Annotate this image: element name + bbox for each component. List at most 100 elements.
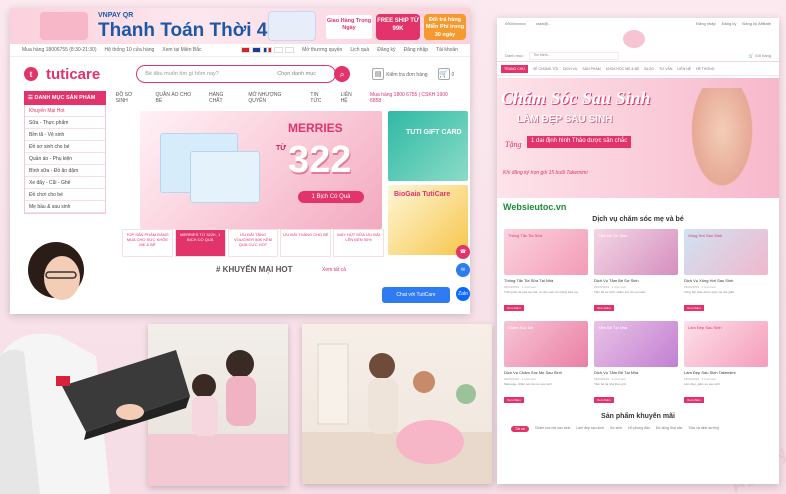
read-more-button[interactable]: Xem thêm — [684, 397, 704, 403]
top-bar: 0904xxxxxx cskh@... Đăng nhập Đăng ký Đă… — [497, 18, 779, 28]
service-card[interactable]: Thông Tắc Tia Sữa Thông Tắc Tia Sữa Tại … — [504, 229, 588, 315]
account-link[interactable]: Tài khoản — [436, 47, 458, 53]
logo-bar — [497, 28, 779, 50]
read-more-button[interactable]: Xem thêm — [504, 305, 524, 311]
messenger-icon[interactable]: ✉ — [456, 263, 470, 277]
chat-button[interactable]: Chat với TutiCare — [382, 287, 450, 303]
card-title[interactable]: Thông Tắc Tia Sữa Tại Nhà — [504, 278, 588, 283]
nav-item[interactable]: BLOG — [644, 67, 654, 71]
login-link[interactable]: Đăng nhập — [696, 21, 716, 26]
flag-fr-icon[interactable] — [263, 47, 273, 53]
flag-jp-icon[interactable] — [274, 47, 284, 53]
zalo-button[interactable]: Zalo — [456, 287, 470, 301]
promo-tab[interactable]: Hỗ phòng đầu — [628, 426, 650, 432]
flag-uk-icon[interactable] — [252, 47, 262, 53]
nav-item[interactable]: TƯ VẤN — [659, 67, 672, 71]
promo-tab[interactable]: ƯU ĐÃI TẶNG VOUCHER 50K KÈM QUÀ CỰC HOT — [227, 229, 279, 257]
promo-tab[interactable]: Chăm sóc mẹ sau sinh — [535, 426, 571, 432]
sidebar-item[interactable]: Khuyến Mại Hot — [25, 105, 105, 117]
card-title[interactable]: Làm Đẹp Sau Sinh Takemimi — [684, 370, 768, 375]
sidebar-item[interactable]: Quần áo - Phụ kiện — [25, 153, 105, 165]
category-menu-button[interactable]: ☰ DANH MỤC SẢN PHẨM — [24, 91, 106, 105]
section-title: Dịch vụ chăm sóc mẹ và bé — [592, 216, 684, 223]
nav-item[interactable]: DỊCH VỤ — [563, 67, 577, 71]
nav-item[interactable]: HÀNG CHẤT — [209, 92, 238, 104]
nav-item[interactable]: LIÊN HỆ — [341, 92, 360, 104]
nav-item[interactable]: QUẦN ÁO CHO BÉ — [155, 92, 198, 104]
nav-item[interactable]: LIÊN HỆ — [677, 67, 691, 71]
sidebar-item[interactable]: Sữa - Thực phẩm — [25, 117, 105, 129]
site-logo[interactable]: tuticare — [46, 66, 100, 83]
card-title[interactable]: Dịch Vụ Chăm Sóc Mẹ Sau Sinh — [504, 370, 588, 375]
topbar-link[interactable]: Mở thương quyền — [302, 47, 342, 53]
login-link[interactable]: Đăng nhập — [404, 47, 428, 53]
nav-item[interactable]: KHÓA HỌC MẸ & BÉ — [606, 67, 640, 71]
stores-link[interactable]: Hệ thống 10 cửa hàng — [105, 47, 155, 53]
sidebar-item[interactable]: Bỉm tã - Vệ sinh — [25, 129, 105, 141]
nav-item[interactable]: ĐỒ SƠ SINH — [116, 92, 146, 104]
service-card[interactable]: Xông Hơi Sau Sinh Dịch Vụ Xông Hơi Sau S… — [684, 229, 768, 315]
logo-icon[interactable]: t — [24, 67, 38, 81]
hero-banner[interactable]: MERRIES TỪ 322 1 Bịch Có Quà — [140, 111, 382, 229]
nav-item[interactable]: SẢN PHẨM — [582, 67, 600, 71]
promo-section-title: Sản phẩm khuyến mãi — [601, 413, 675, 420]
register-link[interactable]: Đăng ký — [377, 47, 395, 53]
card-desc: Thông tắc tia sữa tại nhà, tư vấn nuôi c… — [504, 291, 579, 294]
category-select[interactable]: Danh mục — [505, 53, 523, 58]
service-card[interactable]: Tắm Bé Sơ Sinh Dịch Vụ Tắm Bé Sơ Sinh 29… — [594, 229, 678, 315]
region-select[interactable]: Xem tại Miền Bắc — [162, 47, 201, 53]
card-image: Tắm Bé Sơ Sinh — [594, 229, 678, 275]
sidebar-item[interactable]: Đồ chơi cho bé — [25, 189, 105, 201]
card-title[interactable]: Dịch Vụ Xông Hơi Sau Sinh — [684, 278, 768, 283]
service-card[interactable]: Tắm Bé Tại Nhà Dịch Vụ Tắm Bé Tại Nhà 29… — [594, 321, 678, 407]
gift-card-banner[interactable]: TUTI GIFT CARD — [388, 111, 468, 181]
nav-item[interactable]: TIN TỨC — [310, 92, 330, 104]
card-title[interactable]: Dịch Vụ Tắm Bé Sơ Sinh — [594, 278, 678, 283]
read-more-button[interactable]: Xem thêm — [594, 397, 614, 403]
see-all-link[interactable]: Xem tất cả — [322, 267, 346, 273]
biogaia-banner[interactable]: BioGaia TutiCare — [388, 185, 468, 255]
sidebar-item[interactable]: Mẹ bầu & sau sinh — [25, 201, 105, 213]
promo-tab[interactable]: Làm đẹp sau sinh — [576, 426, 604, 432]
card-image: Chăm Sóc Mẹ — [504, 321, 588, 367]
category-select[interactable]: Chọn danh mục — [277, 71, 316, 77]
affiliate-link[interactable]: Đăng ký Affiliate — [742, 21, 771, 26]
promo-tab[interactable]: Tất cả — [511, 426, 529, 432]
hero-banner[interactable]: Chăm Sóc Sau Sinh LÀM ĐẸP SAU SINH Tặng … — [497, 78, 779, 198]
hero-offer: 1 dai định hình Thảo dược săn chắc — [527, 136, 632, 148]
promo-tab[interactable]: MÁY HÚT SỮA ƯU ĐÃI LÊN ĐẾN 30% — [333, 229, 384, 257]
nav-item[interactable]: HỆ THỐNG — [696, 67, 714, 71]
nav-item[interactable]: VỀ CHÚNG TÔI — [533, 67, 558, 71]
top-bar: Mua hàng 18006755 (8:30-21:30) Hệ thống … — [10, 44, 470, 57]
sidebar-item[interactable]: Bình sữa - Đồ ăn dặm — [25, 165, 105, 177]
promo-tab[interactable]: Đồ dùng thai sản — [656, 426, 682, 432]
cart-button[interactable]: 🛒 0 — [437, 68, 454, 80]
nav-item[interactable]: MỞ NHƯỢNG QUYỀN — [248, 92, 300, 104]
promo-banner[interactable]: VNPAY QR Thanh Toán Thời 4.0 Giao Hàng T… — [10, 8, 470, 44]
read-more-button[interactable]: Xem thêm — [684, 305, 704, 311]
read-more-button[interactable]: Xem thêm — [594, 305, 614, 311]
promo-tab[interactable]: Sơ sinh — [610, 426, 622, 432]
topbar-link[interactable]: Lịch quà — [350, 47, 369, 53]
hero-subtitle: LÀM ĐẸP SAU SINH — [517, 114, 613, 125]
sidebar-item[interactable]: Đồ sơ sinh cho bé — [25, 141, 105, 153]
flag-vn-icon[interactable] — [241, 47, 251, 53]
promo-tab[interactable]: ƯU ĐÃI THÁNG CHO BÉ — [280, 229, 332, 257]
search-button[interactable]: ⌕ — [334, 66, 351, 82]
promo-tab[interactable]: Sữa và dinh dưỡng — [688, 426, 718, 432]
search-input[interactable]: Tìm kiếm... — [529, 51, 620, 60]
sidebar-item[interactable]: Xe đẩy - Cũi - Ghế — [25, 177, 105, 189]
order-check-link[interactable]: ▤ Kiểm tra đơn hàng — [372, 68, 428, 80]
service-card[interactable]: Chăm Sóc Mẹ Dịch Vụ Chăm Sóc Mẹ Sau Sinh… — [504, 321, 588, 407]
cart-button[interactable]: 🛒 Giỏ hàng — [749, 53, 771, 58]
nav-item[interactable]: TRANG CHỦ — [501, 64, 528, 73]
phone-icon[interactable]: ☎ — [456, 245, 470, 259]
card-desc: Xông hơi thảo dược giúp mẹ thư giãn. — [684, 291, 735, 294]
register-link[interactable]: Đăng ký — [722, 21, 737, 26]
flag-kr-icon[interactable] — [285, 47, 295, 53]
site-logo[interactable] — [623, 30, 645, 48]
service-card[interactable]: Làm Đẹp Sau Sinh Làm Đẹp Sau Sinh Takemi… — [684, 321, 768, 407]
search-input[interactable]: Bé đều muốn tìm gì hôm nay? Chọn danh mụ… — [136, 65, 337, 83]
read-more-button[interactable]: Xem thêm — [504, 397, 524, 403]
card-title[interactable]: Dịch Vụ Tắm Bé Tại Nhà — [594, 370, 678, 375]
